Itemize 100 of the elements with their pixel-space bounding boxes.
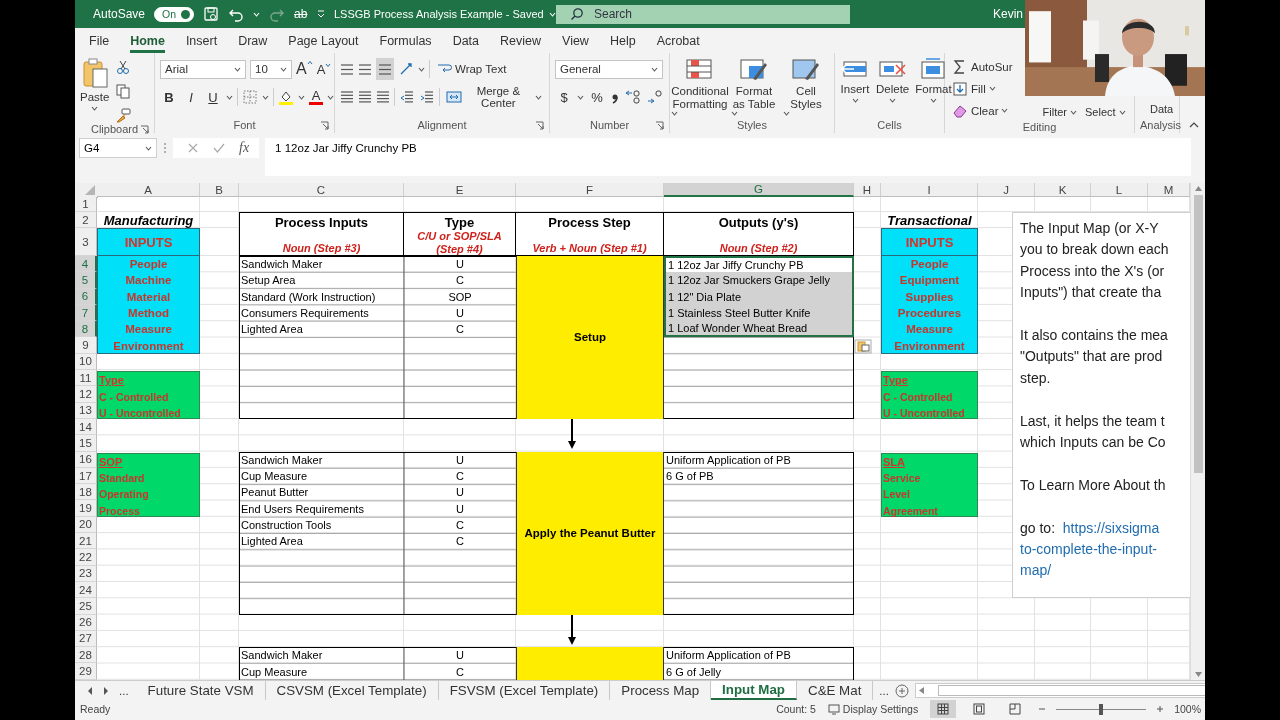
- copy-icon[interactable]: [115, 83, 132, 99]
- row-header[interactable]: 9: [75, 337, 97, 354]
- column-header[interactable]: E: [404, 183, 516, 197]
- link[interactable]: map/: [1020, 562, 1052, 579]
- column-header[interactable]: F: [516, 183, 664, 197]
- normal-view-button[interactable]: [930, 700, 957, 718]
- text-style-button[interactable]: I: [182, 87, 200, 107]
- row-header[interactable]: 21: [75, 533, 97, 550]
- column-header[interactable]: K: [1035, 183, 1091, 197]
- ribbon-tab[interactable]: View: [562, 28, 589, 53]
- wrap-text-button[interactable]: Wrap Text: [434, 58, 509, 80]
- column-header[interactable]: C: [239, 183, 404, 197]
- row-header[interactable]: 25: [75, 598, 97, 615]
- scroll-up-icon[interactable]: [1194, 186, 1202, 191]
- editing-button[interactable]: Select: [1083, 105, 1128, 119]
- paste-options-icon[interactable]: [854, 339, 872, 355]
- ribbon-tab[interactable]: Page Layout: [288, 28, 359, 53]
- font-color-button[interactable]: A: [309, 89, 323, 105]
- decrease-indent-icon[interactable]: [398, 89, 415, 105]
- data-analysis-button[interactable]: Data: [1148, 102, 1176, 116]
- font-name-field[interactable]: Arial: [160, 59, 246, 79]
- save-icon[interactable]: [203, 6, 220, 22]
- currency-button[interactable]: $: [555, 87, 573, 107]
- row-header[interactable]: 4: [75, 256, 97, 273]
- grow-font-button[interactable]: A: [296, 60, 313, 78]
- table-cell[interactable]: Uniform Application of PB: [664, 451, 854, 468]
- next-sheet-icon[interactable]: [103, 686, 109, 695]
- merge-center-button[interactable]: Merge & Center: [443, 86, 544, 108]
- table-cell[interactable]: 6 G of Jelly: [664, 663, 854, 680]
- table-cell[interactable]: 1 12oz Jar Smuckers Grape Jelly: [664, 272, 854, 289]
- more-sheets-button[interactable]: ...: [119, 684, 129, 697]
- column-header[interactable]: J: [978, 183, 1035, 197]
- text-style-button[interactable]: U: [204, 87, 222, 107]
- horizontal-scrollbar[interactable]: [914, 683, 1205, 698]
- align-middle-icon[interactable]: [358, 63, 372, 75]
- vertical-scrollbar[interactable]: [1190, 183, 1205, 680]
- editing-button[interactable]: AutoSur: [950, 57, 1015, 76]
- increase-indent-icon[interactable]: [418, 89, 435, 105]
- column-header[interactable]: B: [200, 183, 239, 197]
- column-header[interactable]: M: [1148, 183, 1190, 197]
- previous-sheet-icon[interactable]: [87, 686, 93, 695]
- scroll-left-icon[interactable]: [918, 687, 924, 694]
- cells-button[interactable]: Format: [915, 57, 952, 103]
- text-style-button[interactable]: B: [160, 87, 178, 107]
- dialog-launcher-icon[interactable]: [535, 120, 544, 130]
- row-header[interactable]: 8: [75, 321, 97, 338]
- zoom-in-icon[interactable]: [1156, 705, 1165, 713]
- orientation-icon[interactable]: [398, 61, 414, 77]
- name-box[interactable]: G4: [79, 138, 157, 158]
- row-header[interactable]: 11: [75, 370, 97, 387]
- row-header[interactable]: 19: [75, 500, 97, 517]
- formula-field[interactable]: 1 12oz Jar Jiffy Crunchy PB: [265, 138, 1191, 176]
- insert-function-button[interactable]: fx: [239, 140, 250, 156]
- align-top-icon[interactable]: [340, 63, 354, 75]
- ribbon-tab[interactable]: Help: [609, 28, 636, 53]
- link[interactable]: to-complete-the-input-: [1020, 541, 1157, 558]
- styles-button[interactable]: Format as Table: [731, 57, 777, 116]
- row-header[interactable]: 2: [75, 212, 97, 228]
- scissors-icon[interactable]: [115, 59, 132, 75]
- scroll-down-icon[interactable]: [1194, 672, 1202, 677]
- row-header[interactable]: 22: [75, 549, 97, 566]
- table-cell[interactable]: 6 G of PB: [664, 467, 854, 485]
- more-sheets-button[interactable]: ...: [873, 684, 895, 697]
- align-bottom-button[interactable]: [376, 58, 394, 80]
- dialog-launcher-icon[interactable]: [655, 120, 664, 130]
- table-cell[interactable]: Uniform Application of PB: [664, 647, 854, 664]
- ribbon-tab[interactable]: Draw: [238, 28, 268, 53]
- brush-icon[interactable]: [115, 107, 132, 123]
- row-header[interactable]: 29: [75, 663, 97, 680]
- percent-button[interactable]: %: [588, 87, 606, 107]
- paste-button[interactable]: Paste: [80, 57, 110, 111]
- cells-button[interactable]: Delete: [876, 57, 910, 103]
- align-right-icon[interactable]: [376, 91, 390, 103]
- font-size-field[interactable]: 10: [250, 59, 292, 79]
- link[interactable]: https://sixsigma: [1062, 519, 1160, 536]
- column-header[interactable]: H: [854, 183, 881, 197]
- ribbon-tab[interactable]: File: [89, 28, 110, 53]
- sheet-tab[interactable]: Input Map: [711, 681, 797, 700]
- shrink-font-button[interactable]: A: [316, 61, 332, 77]
- decrease-decimal-icon[interactable]: [646, 89, 664, 105]
- table-cell[interactable]: 1 Loaf Wonder Wheat Bread: [664, 321, 854, 338]
- number-format-field[interactable]: General: [555, 59, 663, 79]
- editing-button[interactable]: Filter: [1040, 105, 1079, 119]
- table-cell[interactable]: 1 12oz Jar Jiffy Crunchy PB: [664, 256, 854, 273]
- row-header[interactable]: 12: [75, 386, 97, 403]
- dialog-launcher-icon[interactable]: [140, 124, 149, 134]
- ribbon-tab[interactable]: Data: [452, 28, 480, 53]
- row-header[interactable]: 28: [75, 647, 97, 664]
- column-header[interactable]: G: [664, 183, 854, 197]
- editing-button[interactable]: Clear: [950, 101, 1015, 120]
- display-settings-button[interactable]: Display Settings: [825, 701, 921, 717]
- ribbon-tab[interactable]: Formulas: [379, 28, 432, 53]
- collapse-ribbon-icon[interactable]: [1189, 121, 1199, 129]
- column-header[interactable]: L: [1091, 183, 1148, 197]
- add-sheet-icon[interactable]: [894, 683, 909, 698]
- align-left-icon[interactable]: [340, 91, 354, 103]
- ribbon-tab[interactable]: Insert: [185, 28, 218, 53]
- row-header[interactable]: 15: [75, 435, 97, 452]
- align-center-icon[interactable]: [358, 91, 372, 103]
- ribbon-tab[interactable]: Home: [130, 28, 165, 53]
